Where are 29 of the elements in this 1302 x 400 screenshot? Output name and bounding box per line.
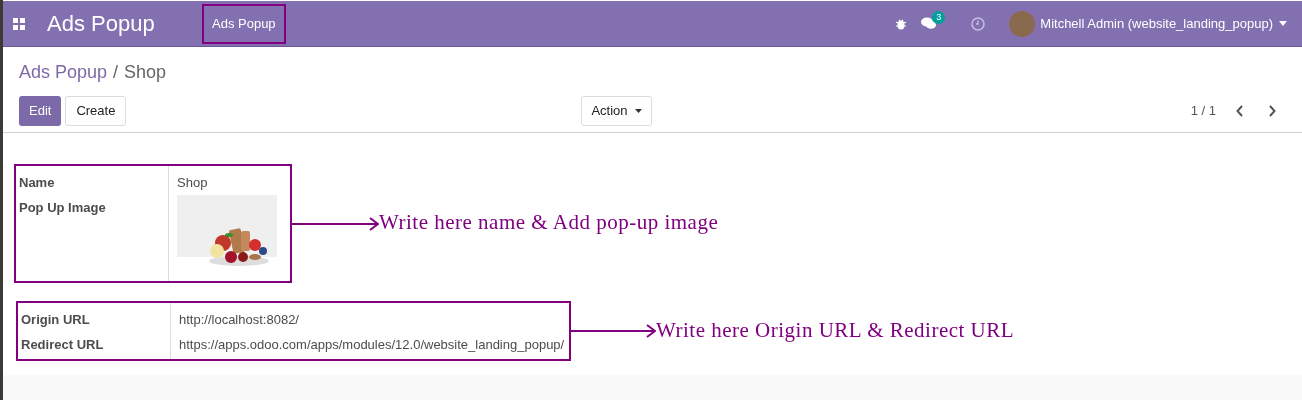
user-menu[interactable]: Mitchell Admin (website_landing_popup): [1040, 13, 1273, 34]
field-value: Shop: [177, 175, 208, 190]
pager-count: 1 / 1: [1190, 102, 1216, 121]
action-dropdown[interactable]: Action: [581, 96, 652, 126]
annotation-note: Write here Origin URL & Redirect URL: [656, 316, 1015, 344]
field-label: Pop Up Image: [19, 200, 106, 215]
field-value: https://apps.odoo.com/apps/modules/12.0/website_landing_popup/: [179, 337, 565, 352]
notification-badge: 3: [932, 11, 946, 24]
field-label: Redirect URL: [21, 337, 104, 352]
annotation-note: Write here name & Add pop-up image: [379, 209, 719, 237]
breadcrumb-link[interactable]: Ads Popup: [19, 59, 108, 86]
field-label: Origin URL: [21, 312, 90, 327]
bug-icon[interactable]: [895, 17, 908, 30]
menu-item[interactable]: Ads Popup: [202, 3, 286, 44]
breadcrumb-current: Shop: [124, 61, 167, 84]
caret-icon: [1279, 21, 1287, 26]
apps-grid-icon[interactable]: [13, 17, 25, 30]
field-label: Name: [19, 175, 55, 190]
app-title: Ads Popup: [47, 10, 156, 38]
chat-icon[interactable]: [921, 17, 938, 30]
next-icon[interactable]: [1268, 105, 1276, 117]
previous-icon[interactable]: [1236, 105, 1244, 117]
breadcrumb-separator: /: [113, 61, 119, 84]
user-avatar: [1009, 10, 1036, 37]
caret-icon: [634, 109, 642, 113]
field-value: http://localhost:8082/: [179, 312, 299, 327]
create-button[interactable]: Create: [65, 96, 127, 126]
clock-icon[interactable]: [971, 16, 986, 31]
edit-button[interactable]: Edit: [19, 96, 62, 126]
